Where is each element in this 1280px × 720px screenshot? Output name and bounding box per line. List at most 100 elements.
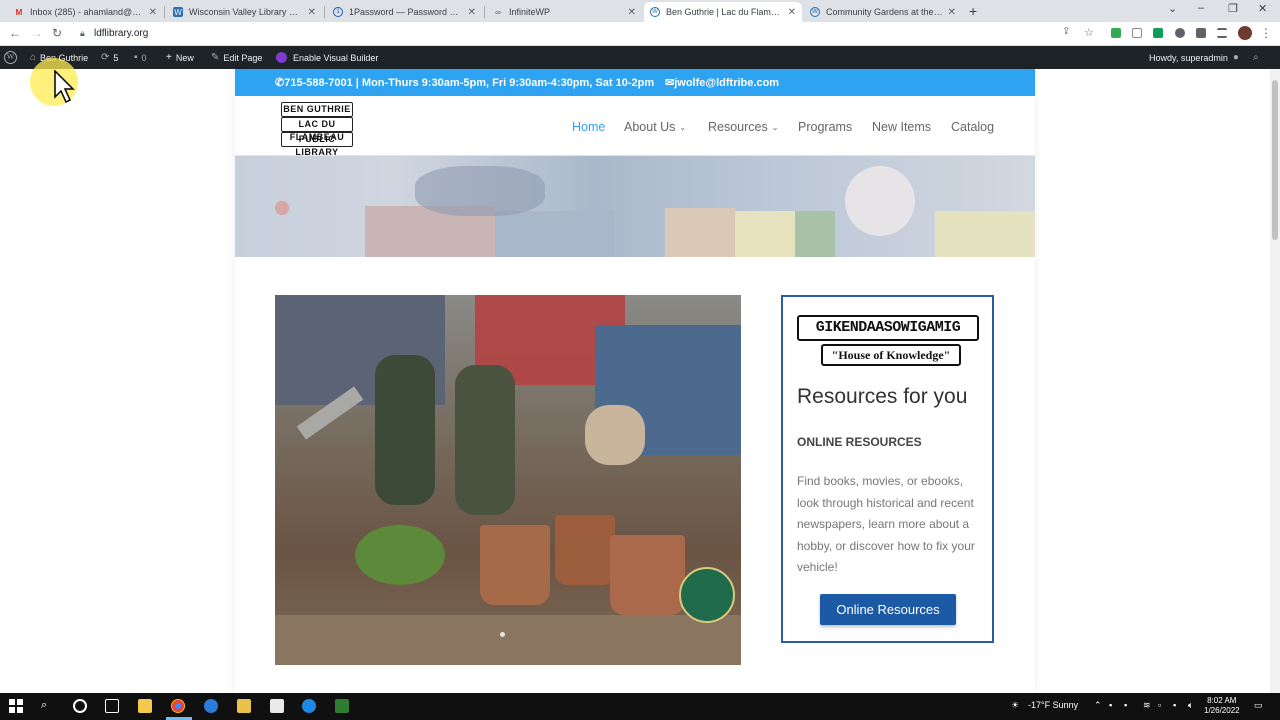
share-icon[interactable]: ⇪ bbox=[1062, 26, 1070, 37]
site-header: BEN GUTHRIE LAC DU FLAMBEAU PUBLIC LIBRA… bbox=[235, 96, 1035, 157]
bookmark-star-icon[interactable]: ☆ bbox=[1084, 26, 1094, 39]
puzzle-icon[interactable] bbox=[1196, 28, 1206, 38]
browser-tab-1password[interactable]: 1 1Password — Password Manage ✕ bbox=[327, 2, 482, 22]
close-window-button[interactable]: ✕ bbox=[1258, 2, 1267, 15]
home-icon: ⌂ bbox=[30, 52, 37, 63]
tab-title: Ben Guthrie | Lac du Flambeau P bbox=[666, 7, 784, 17]
wp-edit-page[interactable]: ✎ Edit Page bbox=[211, 52, 262, 63]
app-icon[interactable] bbox=[302, 699, 316, 713]
weather-icon[interactable]: ☀ bbox=[1011, 700, 1019, 711]
tab-title: Community Gardens at the Libra bbox=[826, 7, 944, 17]
chevron-up-icon[interactable]: ⌃ bbox=[1094, 700, 1102, 711]
notes-icon[interactable] bbox=[237, 699, 251, 713]
close-tab-icon[interactable]: ✕ bbox=[468, 7, 476, 18]
library-logo[interactable]: BEN GUTHRIE LAC DU FLAMBEAU PUBLIC LIBRA… bbox=[279, 102, 355, 157]
tray-icon[interactable]: ▪ bbox=[1124, 700, 1127, 710]
phone-info[interactable]: ✆715-588-7001 | Mon-Thurs 9:30am-5pm, Fr… bbox=[275, 76, 654, 89]
slider-dot[interactable] bbox=[500, 632, 505, 637]
close-tab-icon[interactable]: ✕ bbox=[788, 7, 796, 18]
extension-icon[interactable] bbox=[1132, 28, 1142, 38]
screen: M Inbox (285) - ahamland@wvls.or ✕ W Wis… bbox=[0, 0, 1280, 720]
search-icon[interactable]: ⌕ bbox=[41, 699, 55, 713]
clock-date: 1/26/2022 bbox=[1204, 706, 1240, 715]
email-link[interactable]: ✉jwolfe@ldftribe.com bbox=[665, 76, 779, 89]
windows-start-icon[interactable] bbox=[9, 699, 23, 713]
browser-tab-ben-guthrie[interactable]: W Ben Guthrie | Lac du Flambeau P ✕ bbox=[644, 2, 802, 22]
address-bar[interactable]: ldflibrary.org bbox=[94, 28, 148, 39]
search-icon[interactable]: ⌕ bbox=[1253, 52, 1263, 63]
scrollbar-thumb[interactable] bbox=[1272, 80, 1278, 240]
close-tab-icon[interactable]: ✕ bbox=[628, 7, 636, 18]
cortana-icon[interactable] bbox=[73, 699, 87, 713]
top-info-bar: ✆715-588-7001 | Mon-Thurs 9:30am-5pm, Fr… bbox=[235, 69, 1035, 96]
phone-icon: ✆ bbox=[275, 77, 285, 89]
nav-about-us[interactable]: About Us ⌄ bbox=[624, 120, 686, 134]
notification-icon[interactable]: ▭ bbox=[1254, 700, 1263, 711]
browser-tab-infinitewp[interactable]: ∞ InfiniteWP ✕ bbox=[487, 2, 642, 22]
chrome-icon[interactable] bbox=[171, 699, 185, 713]
file-explorer-icon[interactable] bbox=[138, 699, 152, 713]
browser-tab-wvls[interactable]: W Wisconsin Valley Library Service ✕ bbox=[167, 2, 322, 22]
extension-icon[interactable] bbox=[1175, 28, 1185, 38]
volume-icon[interactable]: 🔈︎ bbox=[1188, 700, 1193, 711]
online-resources-button[interactable]: Online Resources bbox=[820, 594, 956, 625]
plus-icon: + bbox=[166, 52, 172, 63]
wp-comments[interactable]: ▪ 0 bbox=[134, 52, 147, 63]
tab-title: Inbox (285) - ahamland@wvls.or bbox=[30, 7, 145, 17]
avatar[interactable] bbox=[1238, 26, 1252, 40]
lock-icon[interactable]: 🔒︎ bbox=[80, 28, 85, 39]
close-tab-icon[interactable]: ✕ bbox=[948, 7, 956, 18]
back-icon[interactable]: ← bbox=[9, 26, 21, 40]
updates-count: 5 bbox=[113, 52, 119, 63]
close-tab-icon[interactable]: ✕ bbox=[308, 7, 316, 18]
browser-tab-community-gardens[interactable]: W Community Gardens at the Libra ✕ bbox=[804, 2, 962, 22]
wp-updates[interactable]: ⟳ 5 bbox=[101, 52, 118, 63]
task-view-icon[interactable] bbox=[105, 699, 119, 713]
nav-label: Catalog bbox=[951, 120, 995, 134]
wp-account[interactable]: Howdy, superadmin ● bbox=[1149, 52, 1243, 63]
reload-icon[interactable]: ↻ bbox=[52, 26, 62, 40]
globe-icon[interactable] bbox=[204, 699, 218, 713]
windows-taskbar: ⌕ ☀ -17°F Sunny ⌃ ▪ ▪ ≋ ▫ ▪ 🔈︎ 8:02 AM 1… bbox=[0, 693, 1280, 720]
weather-text[interactable]: -17°F Sunny bbox=[1028, 700, 1078, 710]
house-of-knowledge-banner: "House of Knowledge" bbox=[821, 344, 961, 366]
menu-dots-icon[interactable]: ⋮ bbox=[1260, 26, 1272, 40]
nav-label: About Us bbox=[624, 120, 676, 134]
wordpress-logo-icon[interactable]: W bbox=[4, 51, 17, 64]
browser-tab-strip: M Inbox (285) - ahamland@wvls.or ✕ W Wis… bbox=[0, 0, 1280, 22]
wp-new[interactable]: + New bbox=[166, 52, 194, 63]
wvls-icon: W bbox=[173, 7, 183, 17]
tray-icon[interactable]: ▪ bbox=[1109, 700, 1112, 710]
tray-icon[interactable]: ▫ bbox=[1158, 700, 1161, 710]
reading-list-icon[interactable] bbox=[1217, 28, 1227, 38]
browser-toolbar: ← → ↻ 🔒︎ ldflibrary.org ⇪ ☆ ⋮ bbox=[0, 22, 1280, 46]
app-icon[interactable] bbox=[270, 699, 284, 713]
nav-programs[interactable]: Programs bbox=[798, 120, 852, 134]
forward-icon[interactable]: → bbox=[31, 26, 43, 40]
nav-new-items[interactable]: New Items bbox=[872, 120, 931, 134]
nav-resources[interactable]: Resources ⌄ bbox=[708, 120, 778, 134]
system-clock[interactable]: 8:02 AM 1/26/2022 bbox=[1204, 696, 1240, 716]
chevron-down-icon: ⌄ bbox=[771, 122, 779, 132]
nav-label: New Items bbox=[872, 120, 932, 134]
tab-search-icon[interactable]: ⌄ bbox=[1168, 2, 1177, 15]
logo-line: LAC DU FLAMBEAU bbox=[281, 117, 353, 142]
tray-icon[interactable]: ▪ bbox=[1173, 700, 1176, 710]
wifi-icon[interactable]: ≋ bbox=[1143, 700, 1151, 711]
app-icon[interactable] bbox=[335, 699, 349, 713]
wp-visual-builder[interactable]: Enable Visual Builder bbox=[276, 52, 378, 63]
card-description: Find books, movies, or ebooks, look thro… bbox=[797, 474, 975, 575]
minimize-button[interactable]: – bbox=[1198, 2, 1204, 14]
new-tab-button[interactable]: + bbox=[969, 3, 977, 19]
comment-icon: ▪ bbox=[134, 52, 138, 63]
extension-icon[interactable] bbox=[1111, 28, 1121, 38]
edit-page-label: Edit Page bbox=[223, 52, 263, 63]
chevron-down-icon: ⌄ bbox=[679, 122, 687, 132]
restore-button[interactable]: ❐ bbox=[1228, 2, 1238, 15]
close-tab-icon[interactable]: ✕ bbox=[149, 7, 157, 18]
browser-tab-gmail[interactable]: M Inbox (285) - ahamland@wvls.or ✕ bbox=[8, 2, 163, 22]
nav-home[interactable]: Home bbox=[572, 120, 605, 134]
wordpress-icon: W bbox=[650, 7, 660, 17]
nav-catalog[interactable]: Catalog bbox=[951, 120, 994, 134]
extension-icon[interactable] bbox=[1153, 28, 1163, 38]
